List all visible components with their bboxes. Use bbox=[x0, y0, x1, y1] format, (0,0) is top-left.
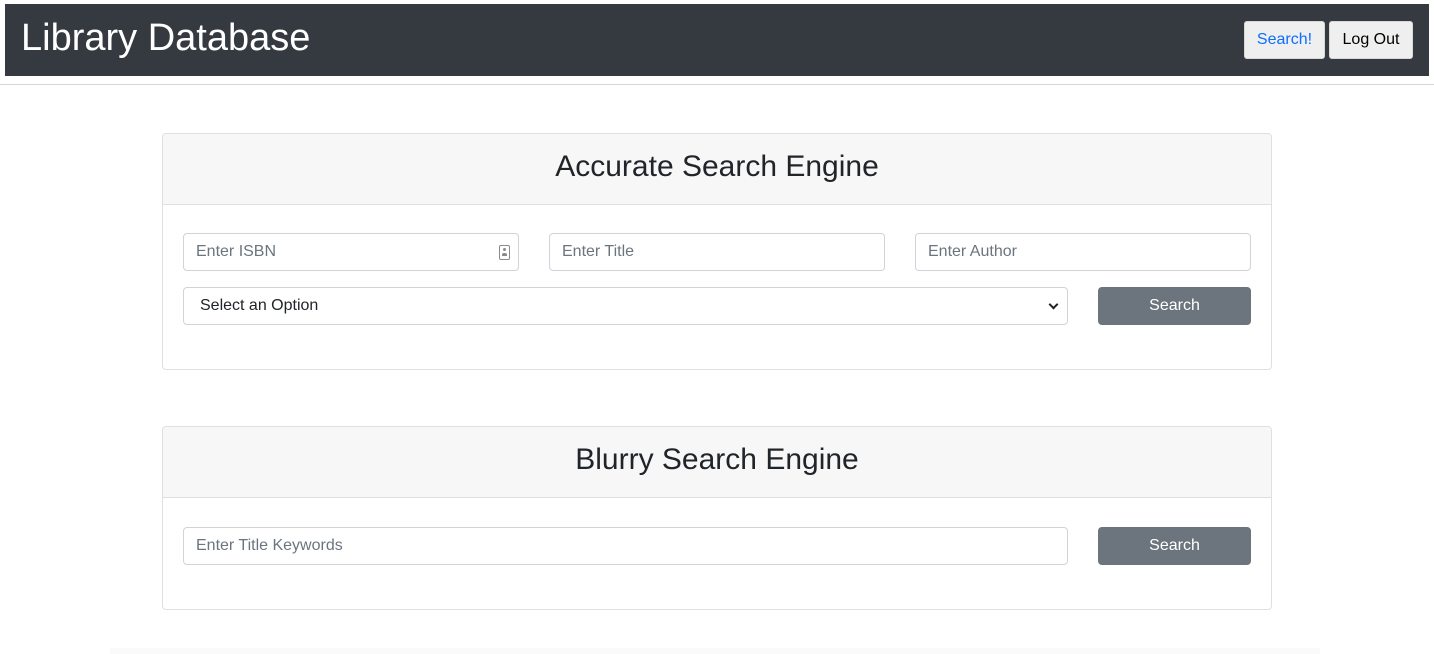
title-field bbox=[549, 233, 885, 271]
card-header: Blurry Search Engine bbox=[163, 427, 1271, 498]
blurry-search-button[interactable]: Search bbox=[1098, 527, 1251, 565]
footer-edge bbox=[110, 648, 1320, 654]
keywords-field bbox=[183, 527, 1068, 565]
keywords-input[interactable] bbox=[184, 528, 1067, 564]
blurry-search-title: Blurry Search Engine bbox=[575, 443, 859, 476]
card-header: Accurate Search Engine bbox=[163, 134, 1271, 205]
isbn-input[interactable] bbox=[184, 234, 518, 270]
author-field bbox=[915, 233, 1251, 271]
isbn-field bbox=[183, 233, 519, 271]
option-select[interactable]: Select an Option bbox=[183, 287, 1068, 325]
accurate-search-button[interactable]: Search bbox=[1098, 287, 1251, 325]
title-input[interactable] bbox=[550, 234, 884, 270]
accurate-search-card: Accurate Search Engine Select an Option … bbox=[162, 133, 1272, 370]
author-input[interactable] bbox=[916, 234, 1250, 270]
brand-title[interactable]: Library Database bbox=[21, 16, 310, 60]
logout-button[interactable]: Log Out bbox=[1329, 21, 1413, 59]
select-value: Select an Option bbox=[200, 297, 319, 314]
accurate-search-title: Accurate Search Engine bbox=[555, 150, 879, 183]
navbar: Library Database Search! Log Out bbox=[5, 4, 1429, 76]
blurry-search-card: Blurry Search Engine Search bbox=[162, 426, 1272, 610]
chevron-down-icon bbox=[1048, 299, 1059, 310]
contact-card-icon[interactable] bbox=[499, 245, 510, 260]
nav-search-button[interactable]: Search! bbox=[1244, 21, 1325, 59]
divider bbox=[0, 84, 1434, 85]
